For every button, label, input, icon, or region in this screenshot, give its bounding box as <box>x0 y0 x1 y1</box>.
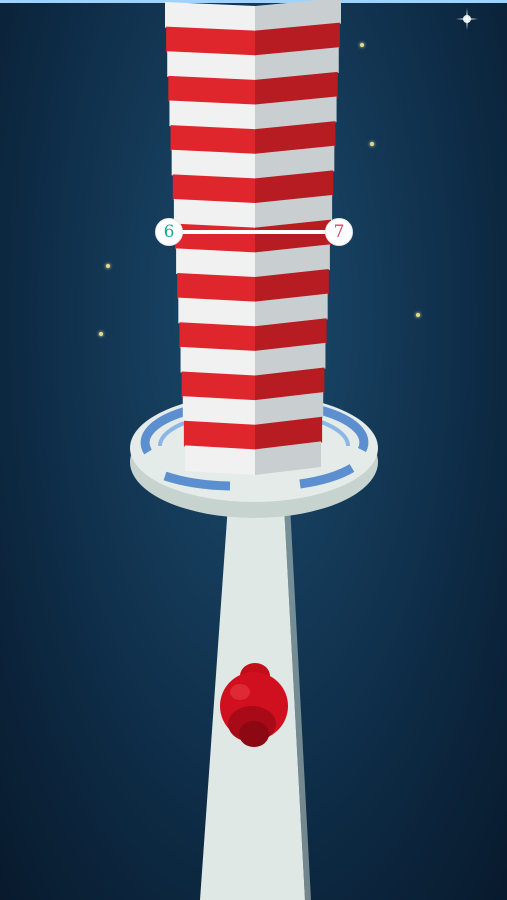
game-scene[interactable]: 6 7 <box>0 0 507 900</box>
tower-block-white <box>185 445 255 475</box>
next-level-badge: 7 <box>325 218 353 246</box>
level-progress: 6 7 <box>155 218 353 246</box>
tower-block-red <box>168 75 255 106</box>
tower-block-white <box>165 2 255 32</box>
current-level-badge: 6 <box>155 218 183 246</box>
tower-block-white <box>169 100 255 131</box>
progress-bar <box>177 230 333 234</box>
game-world <box>130 0 378 900</box>
tower-block-red <box>166 26 255 57</box>
tower-block-white <box>167 51 255 81</box>
